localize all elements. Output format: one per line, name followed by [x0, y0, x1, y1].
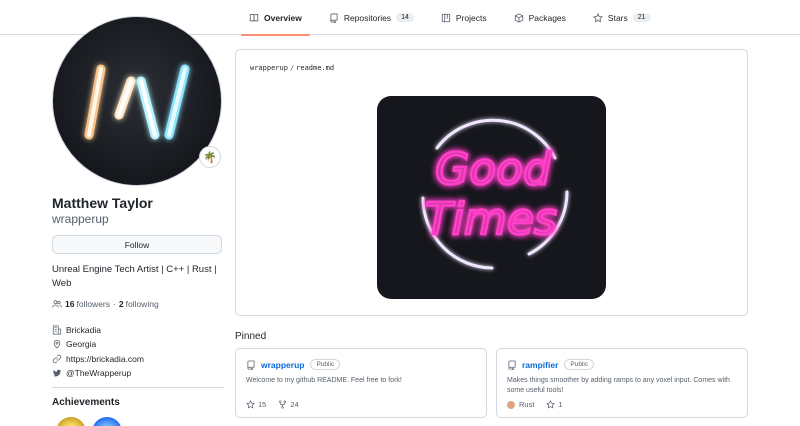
neon-text-line1: Good	[435, 144, 552, 195]
profile-details: Brickadia Georgia https://brickadia.com …	[52, 323, 144, 380]
readme-file-name: readme.md	[296, 64, 335, 72]
achievement-badge-icon[interactable]	[56, 417, 86, 426]
followers-label: followers	[76, 299, 111, 309]
achievement-badge-icon[interactable]	[92, 417, 122, 426]
repo-meta: 15 24	[246, 400, 311, 409]
neon-text-line2: Times	[425, 194, 557, 245]
visibility-badge: Public	[564, 359, 595, 370]
star-icon	[246, 400, 255, 409]
tab-overview[interactable]: Overview	[241, 0, 310, 36]
pinned-heading: Pinned	[235, 331, 267, 342]
company-item: Brickadia	[52, 323, 144, 337]
following-link[interactable]: 2 following	[119, 299, 159, 309]
repo-icon	[247, 360, 255, 370]
language-item: Rust	[507, 400, 534, 409]
twitter-icon	[52, 369, 62, 377]
follow-stats: 16 followers · 2 following	[52, 299, 159, 309]
sidebar-divider	[52, 387, 224, 388]
tab-packages[interactable]: Packages	[506, 0, 574, 35]
star-icon	[592, 12, 603, 22]
avatar[interactable]	[52, 16, 222, 186]
star-icon	[546, 400, 556, 409]
profile-readme: wrapperup / readme.md Good Times	[235, 49, 748, 316]
project-icon	[441, 13, 451, 22]
readme-path: wrapperup / readme.md	[250, 64, 334, 72]
tab-label: Overview	[264, 12, 302, 23]
tab-repositories[interactable]: Repositories 14	[321, 0, 422, 35]
pinned-repo-card: rampifier Public Makes things smoother b…	[496, 348, 748, 418]
stargazers-link[interactable]: 15	[246, 400, 266, 409]
achievements-heading: Achievements	[52, 397, 120, 408]
readme-owner-link[interactable]: wrapperup	[250, 64, 288, 72]
tab-stars[interactable]: Stars 21	[585, 0, 659, 35]
tab-projects[interactable]: Projects	[433, 0, 495, 35]
status-palm-icon[interactable]: 🌴	[199, 146, 221, 168]
forks-count: 24	[290, 400, 299, 409]
path-separator: /	[289, 64, 295, 72]
book-icon	[249, 13, 259, 22]
following-label: following	[125, 299, 159, 309]
repo-description: Makes things smoother by adding ramps to…	[507, 377, 730, 394]
location-text: Georgia	[66, 339, 97, 350]
link-icon	[52, 354, 62, 363]
readme-neon-image: Good Times	[377, 96, 606, 299]
twitter-item[interactable]: @TheWrapperup	[52, 366, 144, 380]
repositories-count: 14	[396, 13, 414, 22]
language-color-dot	[507, 400, 515, 409]
language-name: Rust	[519, 400, 535, 409]
repo-meta: Rust 1	[507, 400, 575, 409]
forks-link[interactable]: 24	[278, 400, 299, 409]
tab-label: Projects	[455, 12, 487, 23]
stargazers-link[interactable]: 1	[546, 400, 563, 409]
website-link[interactable]: https://brickadia.com	[66, 354, 144, 364]
people-icon	[52, 300, 62, 308]
repo-name-link[interactable]: wrapperup	[261, 360, 304, 370]
tab-list: Overview Repositories 14 Projects Packag…	[241, 0, 670, 36]
company-name: Brickadia	[66, 325, 101, 336]
profile-bio: Unreal Engine Tech Artist | C++ | Rust |…	[52, 264, 217, 289]
neon-w-logo	[84, 64, 190, 140]
followers-count: 16	[65, 299, 75, 309]
stars-count: 21	[632, 13, 651, 22]
profile-full-name: Matthew Taylor	[52, 195, 153, 211]
stats-separator: ·	[113, 299, 116, 309]
repo-card-header: rampifier Public	[507, 359, 595, 370]
repo-icon	[508, 360, 516, 370]
stars-count: 15	[258, 400, 267, 409]
tab-label: Packages	[528, 12, 566, 23]
package-icon	[514, 12, 523, 23]
profile-username: wrapperup	[52, 212, 109, 226]
repo-name-link[interactable]: rampifier	[522, 360, 558, 370]
repo-description: Welcome to my github README. Feel free t…	[246, 377, 402, 384]
tab-label: Repositories	[343, 12, 392, 23]
location-item: Georgia	[52, 337, 144, 351]
repo-card-header: wrapperup Public	[246, 359, 341, 370]
twitter-handle[interactable]: @TheWrapperup	[66, 368, 131, 378]
tab-label: Stars	[607, 12, 628, 23]
follow-button[interactable]: Follow	[52, 235, 222, 254]
repo-icon	[330, 13, 338, 23]
fork-icon	[279, 400, 287, 409]
organization-icon	[52, 325, 62, 335]
visibility-badge: Public	[310, 359, 341, 370]
website-item[interactable]: https://brickadia.com	[52, 352, 144, 366]
stars-count: 1	[558, 400, 563, 409]
location-icon	[53, 340, 61, 350]
good-times-neon-graphic: Good Times	[421, 118, 569, 270]
followers-link[interactable]: 16 followers	[65, 299, 110, 309]
following-count: 2	[118, 299, 124, 309]
pinned-repo-card: wrapperup Public Welcome to my github RE…	[235, 348, 487, 418]
